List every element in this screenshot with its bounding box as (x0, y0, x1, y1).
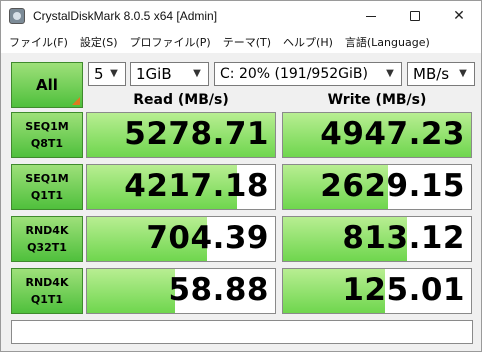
write-result-cell: 813.12 (282, 216, 472, 262)
read-result-cell: 4217.18 (86, 164, 276, 210)
unit-select[interactable]: MB/s ▼ (407, 62, 475, 86)
close-button[interactable]: ✕ (437, 1, 481, 31)
corner-marker-icon (72, 97, 80, 105)
comment-input[interactable] (11, 320, 473, 344)
unit-value: MB/s (413, 65, 450, 83)
maximize-button[interactable] (393, 1, 437, 31)
read-result-cell: 704.39 (86, 216, 276, 262)
write-column-header: Write (MB/s) (327, 92, 427, 108)
menu-settings[interactable]: 設定(S) (74, 34, 124, 50)
test-name: RND4K (25, 276, 69, 289)
run-all-button[interactable]: All (11, 62, 83, 108)
chevron-down-icon: ▼ (193, 68, 201, 79)
test-count-value: 5 (94, 65, 104, 83)
test-name: RND4K (25, 224, 69, 237)
run-all-label: All (36, 76, 58, 94)
menu-bar: ファイル(F) 設定(S) プロファイル(P) テーマ(T) ヘルプ(H) 言語… (1, 31, 481, 53)
test-button-rnd4k-q1t1[interactable]: RND4K Q1T1 (11, 268, 83, 314)
write-result-cell: 4947.23 (282, 112, 472, 158)
title-bar: CrystalDiskMark 8.0.5 x64 [Admin] ✕ (1, 1, 481, 31)
menu-language[interactable]: 言語(Language) (339, 34, 436, 50)
menu-theme[interactable]: テーマ(T) (217, 34, 277, 50)
menu-profile[interactable]: プロファイル(P) (124, 34, 217, 50)
chevron-down-icon: ▼ (459, 68, 467, 79)
test-size-value: 1GiB (136, 65, 172, 83)
menu-file[interactable]: ファイル(F) (3, 34, 74, 50)
chevron-down-icon: ▼ (110, 68, 118, 79)
benchmark-panel: All 5 ▼ 1GiB ▼ C: 20% (191/952GiB) ▼ MB/… (1, 53, 481, 351)
chevron-down-icon: ▼ (386, 68, 394, 79)
read-result-value: 704.39 (146, 220, 269, 256)
read-result-value: 4217.18 (124, 168, 269, 204)
read-result-value: 5278.71 (124, 116, 269, 152)
close-icon: ✕ (453, 8, 465, 24)
crystaldiskmark-app-icon (9, 8, 25, 24)
write-result-value: 2629.15 (320, 168, 465, 204)
read-column-header: Read (MB/s) (133, 92, 229, 108)
test-button-seq1m-q8t1[interactable]: SEQ1M Q8T1 (11, 112, 83, 158)
drive-select[interactable]: C: 20% (191/952GiB) ▼ (214, 62, 402, 86)
window-controls: ✕ (349, 1, 481, 31)
minimize-icon (366, 15, 376, 17)
test-params: Q8T1 (30, 137, 64, 150)
read-result-value: 58.88 (168, 272, 269, 308)
write-result-cell: 125.01 (282, 268, 472, 314)
test-name: SEQ1M (25, 120, 69, 133)
window-title: CrystalDiskMark 8.0.5 x64 [Admin] (33, 9, 218, 23)
read-result-cell: 5278.71 (86, 112, 276, 158)
menu-help[interactable]: ヘルプ(H) (277, 34, 339, 50)
test-button-rnd4k-q32t1[interactable]: RND4K Q32T1 (11, 216, 83, 262)
test-params: Q1T1 (30, 293, 64, 306)
write-result-value: 125.01 (342, 272, 465, 308)
write-result-value: 4947.23 (320, 116, 465, 152)
app-window: CrystalDiskMark 8.0.5 x64 [Admin] ✕ ファイル… (0, 0, 482, 352)
read-result-cell: 58.88 (86, 268, 276, 314)
minimize-button[interactable] (349, 1, 393, 31)
test-button-seq1m-q1t1[interactable]: SEQ1M Q1T1 (11, 164, 83, 210)
read-result-bar (87, 269, 176, 313)
write-result-cell: 2629.15 (282, 164, 472, 210)
drive-value: C: 20% (191/952GiB) (220, 66, 368, 82)
write-result-value: 813.12 (342, 220, 465, 256)
test-size-select[interactable]: 1GiB ▼ (130, 62, 209, 86)
test-params: Q1T1 (30, 189, 64, 202)
test-name: SEQ1M (25, 172, 69, 185)
test-count-select[interactable]: 5 ▼ (88, 62, 126, 86)
test-params: Q32T1 (27, 241, 67, 254)
maximize-icon (410, 11, 420, 21)
